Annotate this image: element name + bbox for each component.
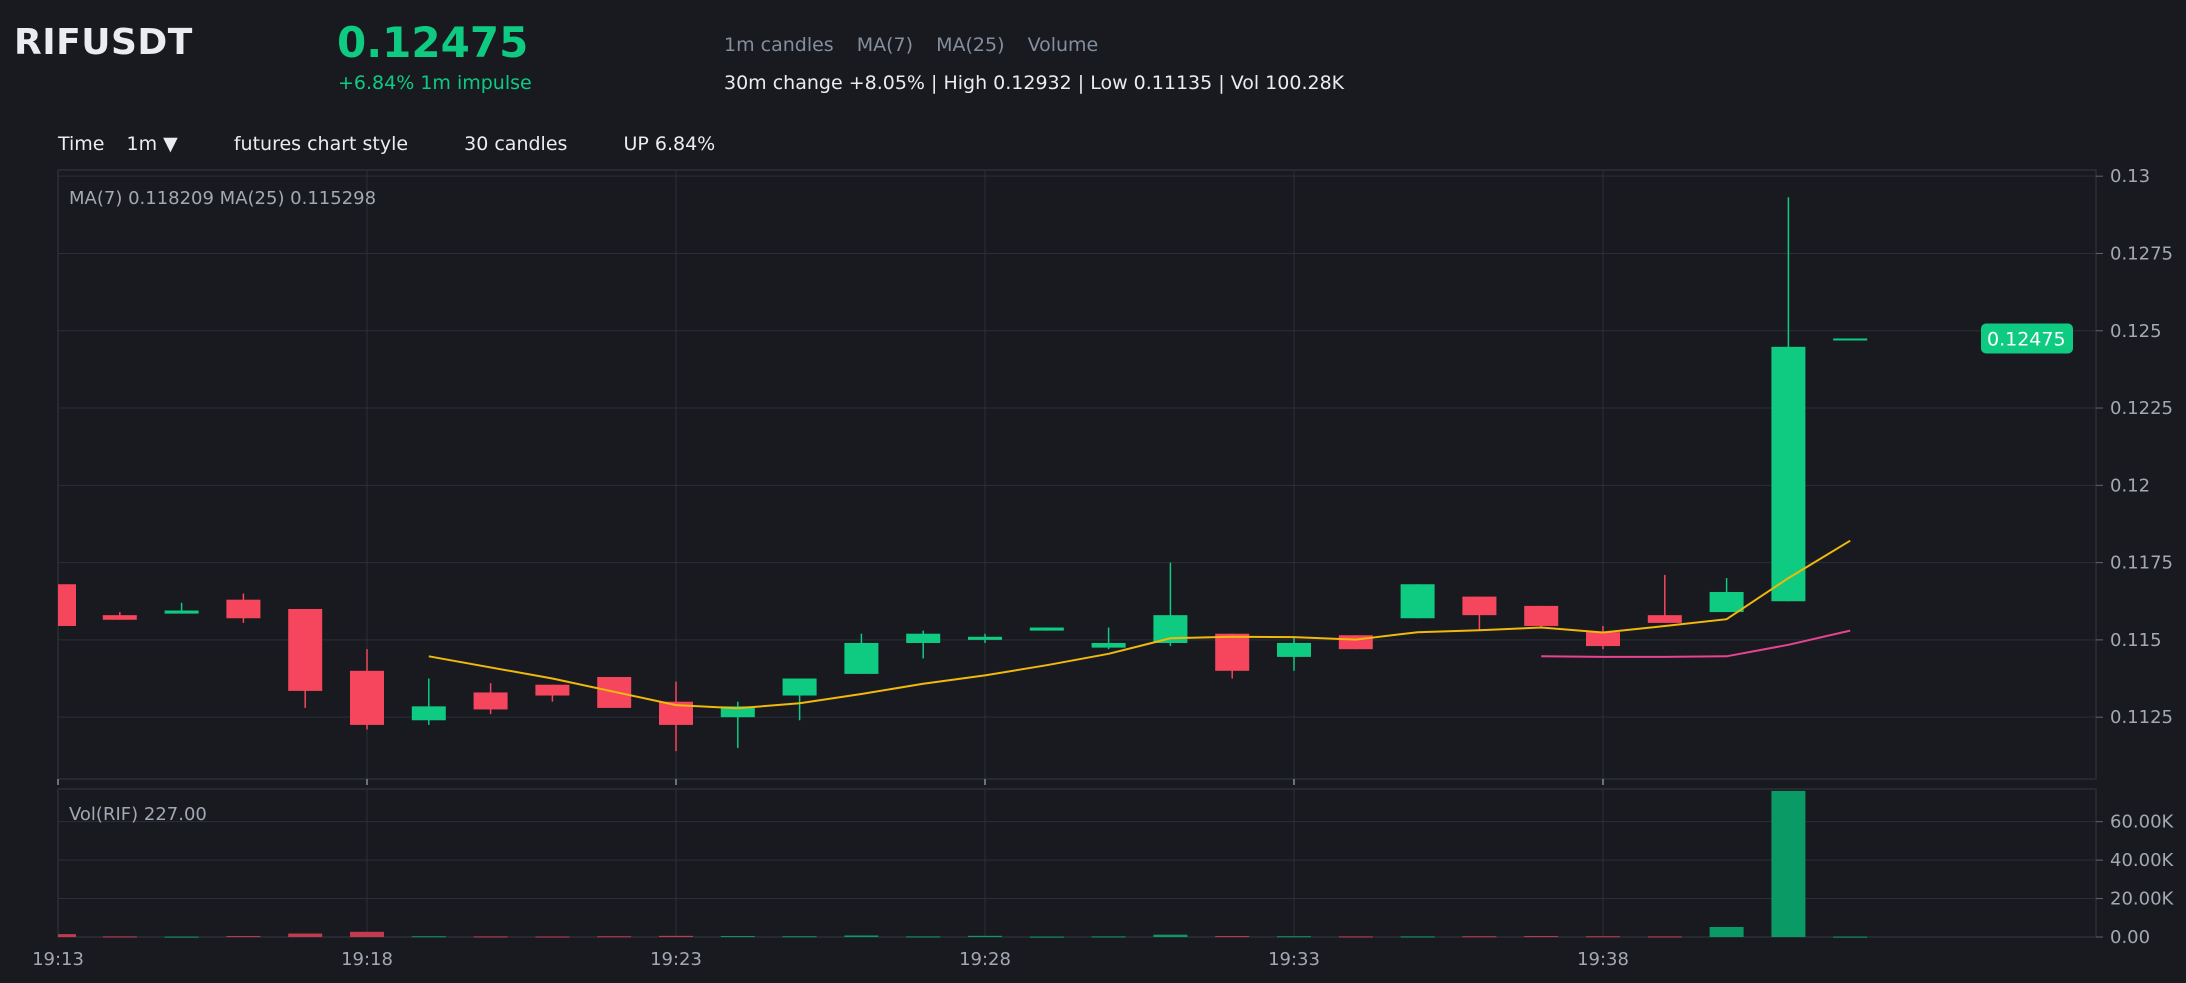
volume-bar bbox=[1400, 936, 1435, 938]
volume-bar bbox=[782, 936, 817, 938]
candle-body bbox=[1277, 642, 1311, 657]
candle-body bbox=[1215, 633, 1250, 671]
volume-tick-label: 40.00K bbox=[2110, 850, 2175, 871]
volume-bar bbox=[968, 935, 1002, 937]
price-tick-label: 0.12 bbox=[2110, 475, 2150, 496]
time-tick-label: 19:33 bbox=[1268, 949, 1320, 970]
last-price-badge-label: 0.12475 bbox=[1987, 328, 2066, 350]
candle-body bbox=[1029, 627, 1064, 631]
candle-body bbox=[350, 670, 384, 725]
volume-bar bbox=[1029, 936, 1064, 938]
volume-bar bbox=[1647, 936, 1682, 938]
time-tick-label: 19:28 bbox=[959, 949, 1011, 970]
candle-body bbox=[968, 636, 1002, 640]
volume-bar bbox=[1771, 790, 1806, 937]
volume-bar bbox=[906, 936, 941, 938]
candle-body bbox=[844, 642, 879, 674]
volume-bar bbox=[720, 936, 755, 938]
price-tick-label: 0.1225 bbox=[2110, 398, 2173, 419]
volume-bar bbox=[164, 936, 199, 938]
volume-bar bbox=[1215, 936, 1250, 938]
price-tick-label: 0.115 bbox=[2110, 630, 2162, 651]
price-tick-label: 0.1175 bbox=[2110, 553, 2173, 574]
candle-body bbox=[1586, 632, 1620, 647]
volume-bar bbox=[58, 934, 76, 937]
price-tick-label: 0.13 bbox=[2110, 166, 2150, 187]
candle-body bbox=[1709, 591, 1744, 613]
volume-bar bbox=[411, 936, 446, 938]
candle-body bbox=[535, 684, 570, 696]
ma7-line bbox=[428, 539, 1851, 710]
time-tick-label: 19:38 bbox=[1577, 949, 1629, 970]
candle-body bbox=[1400, 584, 1435, 619]
volume-bar bbox=[1709, 927, 1744, 937]
last-price-badge: 0.12475 bbox=[1981, 323, 2073, 354]
volume-bar bbox=[350, 931, 384, 937]
candle-body bbox=[1647, 615, 1682, 623]
candle-body bbox=[1833, 338, 1868, 341]
volume-bar bbox=[1586, 936, 1620, 938]
volume-bar bbox=[102, 936, 137, 938]
candle-body bbox=[1462, 596, 1497, 616]
candle-body bbox=[288, 608, 323, 691]
candle-body bbox=[782, 678, 817, 696]
time-tick-label: 19:23 bbox=[650, 949, 702, 970]
volume-bar bbox=[1153, 934, 1188, 937]
time-tick-label: 19:18 bbox=[341, 949, 393, 970]
candle-body bbox=[1771, 346, 1806, 602]
volume-bar bbox=[659, 935, 693, 937]
volume-bar bbox=[226, 936, 261, 938]
candle-body bbox=[1091, 642, 1126, 648]
volume-bar bbox=[1524, 936, 1559, 938]
price-tick-label: 0.1125 bbox=[2110, 707, 2173, 728]
volume-bar bbox=[473, 936, 508, 938]
price-legend: MA(7) 0.118209 MA(25) 0.115298 bbox=[69, 188, 376, 209]
volume-bar bbox=[1338, 936, 1373, 938]
volume-bar bbox=[597, 936, 632, 938]
candle-body bbox=[164, 610, 199, 614]
candle-body bbox=[411, 706, 446, 721]
volume-bar bbox=[535, 936, 570, 938]
price-tick-label: 0.125 bbox=[2110, 321, 2162, 342]
candle-body bbox=[226, 599, 261, 619]
volume-tick-label: 60.00K bbox=[2110, 812, 2175, 833]
volume-bar bbox=[288, 933, 323, 937]
volume-tick-label: 20.00K bbox=[2110, 889, 2175, 910]
time-tick-label: 19:13 bbox=[32, 949, 84, 970]
candle-body bbox=[1524, 605, 1559, 626]
volume-bar bbox=[1833, 936, 1868, 938]
volume-bar bbox=[844, 935, 879, 937]
candle-body bbox=[58, 584, 76, 626]
candle-body bbox=[473, 692, 508, 710]
candle-body bbox=[102, 615, 137, 620]
volume-tick-label: 0.00 bbox=[2110, 927, 2150, 948]
volume-bar bbox=[1091, 936, 1126, 938]
volume-bar bbox=[1277, 936, 1311, 938]
volume-bar bbox=[1462, 936, 1497, 938]
price-tick-label: 0.1275 bbox=[2110, 243, 2173, 264]
volume-legend: Vol(RIF) 227.00 bbox=[69, 804, 207, 825]
candle-body bbox=[906, 633, 941, 643]
price-chart[interactable]: 0.1125 0.115 0.1175 0.12 0.1225 0.125 0.1275 0.… bbox=[0, 0, 2186, 983]
